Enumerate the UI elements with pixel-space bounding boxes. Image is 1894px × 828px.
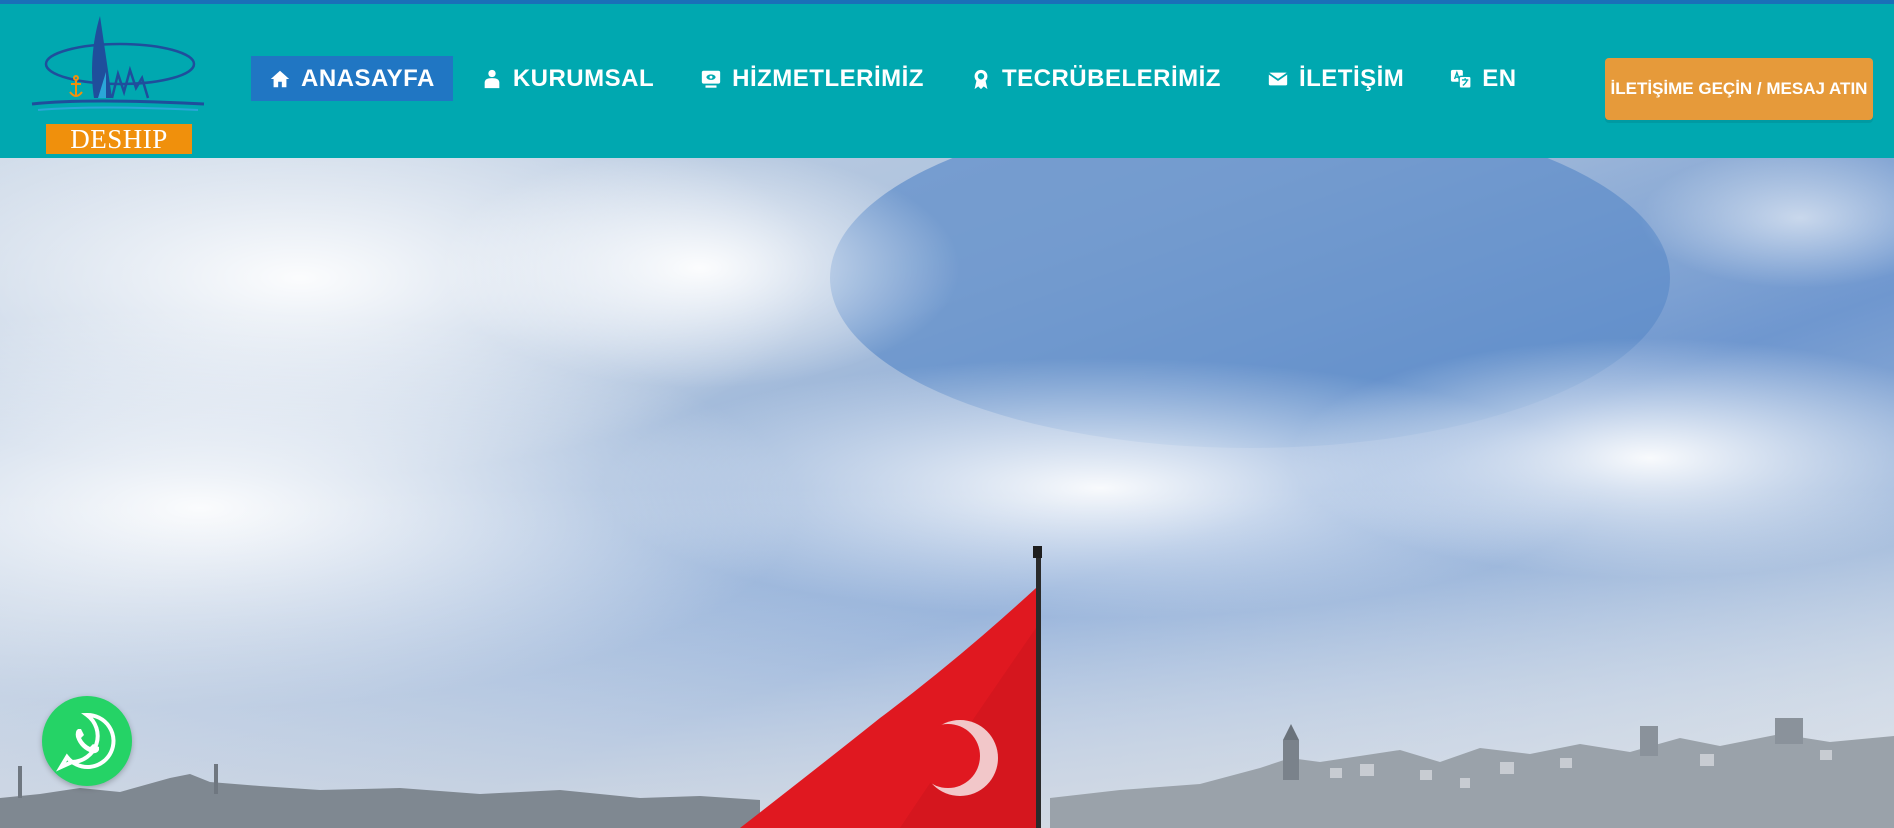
nav-label: KURUMSAL [512, 64, 655, 92]
site-logo[interactable]: DESHIP [28, 12, 206, 156]
nav-label: TECRÜBELERİMİZ [1001, 64, 1221, 92]
main-navigation: ANASAYFA KURUMSAL HİZMETLERİMİZ TECRÜBEL… [251, 56, 1545, 101]
user-icon [481, 68, 503, 90]
nav-label: HİZMETLERİMİZ [732, 64, 924, 92]
site-header: DESHIP ANASAYFA KURUMSAL HİZMETLERİMİZ T… [0, 4, 1894, 158]
translate-icon [1450, 68, 1473, 90]
nav-item-anasayfa[interactable]: ANASAYFA [251, 56, 453, 101]
hero-image [0, 158, 1894, 828]
nav-item-hizmetlerimiz[interactable]: HİZMETLERİMİZ [682, 56, 942, 101]
nav-label: ANASAYFA [301, 64, 435, 92]
nav-label: EN [1482, 64, 1517, 92]
hero-background [0, 158, 1894, 828]
award-icon [970, 68, 992, 90]
nav-item-language-en[interactable]: EN [1432, 56, 1534, 101]
whatsapp-button[interactable] [42, 696, 132, 786]
nav-item-iletisim[interactable]: İLETİŞİM [1249, 56, 1422, 101]
nav-label: İLETİŞİM [1298, 64, 1405, 92]
nav-item-tecrubelerimiz[interactable]: TECRÜBELERİMİZ [952, 56, 1239, 101]
contact-cta-button[interactable]: İLETİŞİME GEÇİN / MESAJ ATIN [1605, 58, 1873, 120]
whatsapp-icon [55, 712, 116, 772]
mail-icon [1267, 68, 1289, 90]
home-icon [269, 68, 291, 90]
ship-logo-icon [31, 16, 205, 111]
logo-wordmark: DESHIP [46, 124, 192, 154]
monitor-icon [700, 68, 722, 90]
nav-item-kurumsal[interactable]: KURUMSAL [463, 56, 672, 101]
